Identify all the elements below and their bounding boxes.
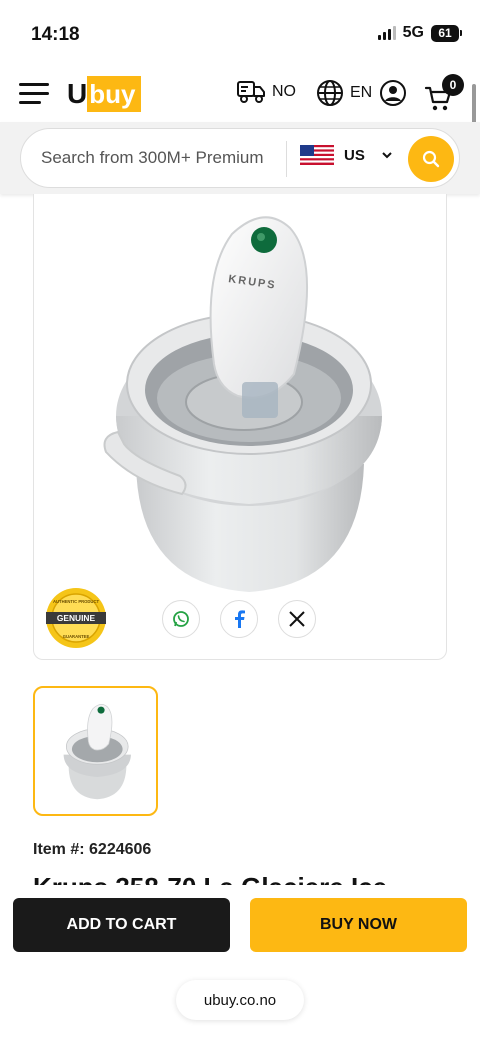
search-country-label: US (344, 146, 365, 164)
search-section: US (0, 122, 480, 194)
genuine-badge: AUTHENTIC PRODUCT GENUINE GUARANTEE (46, 588, 106, 648)
share-whatsapp-button[interactable] (162, 600, 200, 638)
cart-count-badge: 0 (442, 74, 464, 96)
share-facebook-button[interactable] (220, 600, 258, 638)
buy-now-button[interactable]: BUY NOW (250, 898, 467, 952)
account-button[interactable] (379, 79, 407, 107)
battery-icon: 61 (431, 24, 462, 42)
facebook-icon (235, 610, 245, 628)
share-x-button[interactable] (278, 600, 316, 638)
search-icon (422, 150, 440, 168)
search-button[interactable] (408, 136, 454, 182)
product-gallery: KRUPS AUTHENTIC PRODUCT GENUINE GUARANTE… (33, 194, 447, 660)
status-time: 14:18 (31, 24, 80, 45)
search-country-selector[interactable]: US (300, 145, 393, 165)
search-divider (286, 141, 287, 177)
thumbnail-image (63, 704, 131, 800)
delivery-country-selector[interactable]: NO (236, 79, 296, 105)
truck-icon (237, 81, 265, 103)
logo-word: buy (87, 76, 142, 112)
badge-bottom-text: GUARANTEE (63, 634, 90, 639)
product-image[interactable]: KRUPS (94, 204, 394, 599)
signal-icon (377, 26, 396, 40)
cart-button[interactable]: 0 (424, 74, 464, 114)
product-thumbnail[interactable] (33, 686, 158, 816)
whatsapp-icon (173, 611, 189, 627)
status-bar: 14:18 5G 61 (0, 0, 480, 66)
us-flag-icon (300, 145, 334, 165)
battery-level: 61 (431, 24, 459, 42)
language-selector[interactable]: EN (316, 79, 372, 107)
x-icon (289, 611, 305, 627)
share-buttons (162, 600, 316, 638)
bottom-action-bar: ADD TO CART BUY NOW ubuy.co.no (0, 885, 480, 1039)
status-indicators: 5G 61 (377, 24, 462, 42)
browser-url-bar[interactable]: ubuy.co.no (176, 980, 304, 1020)
network-type: 5G (402, 24, 424, 41)
add-to-cart-button[interactable]: ADD TO CART (13, 898, 230, 952)
logo-letter: U (67, 78, 88, 109)
badge-ring-text: AUTHENTIC PRODUCT (53, 599, 100, 604)
globe-icon (317, 80, 343, 106)
ubuy-logo[interactable]: U buy (67, 76, 142, 112)
chevron-down-icon (382, 152, 392, 159)
language-label: EN (350, 84, 373, 101)
delivery-country-label: NO (272, 83, 296, 100)
user-icon (380, 80, 406, 106)
item-number: Item #: 6224606 (33, 841, 152, 858)
menu-icon[interactable] (19, 83, 49, 105)
badge-text: GENUINE (57, 613, 96, 623)
search-input[interactable] (41, 143, 267, 173)
site-header: U buy NO EN 0 (0, 66, 480, 122)
search-bar: US (20, 128, 460, 188)
